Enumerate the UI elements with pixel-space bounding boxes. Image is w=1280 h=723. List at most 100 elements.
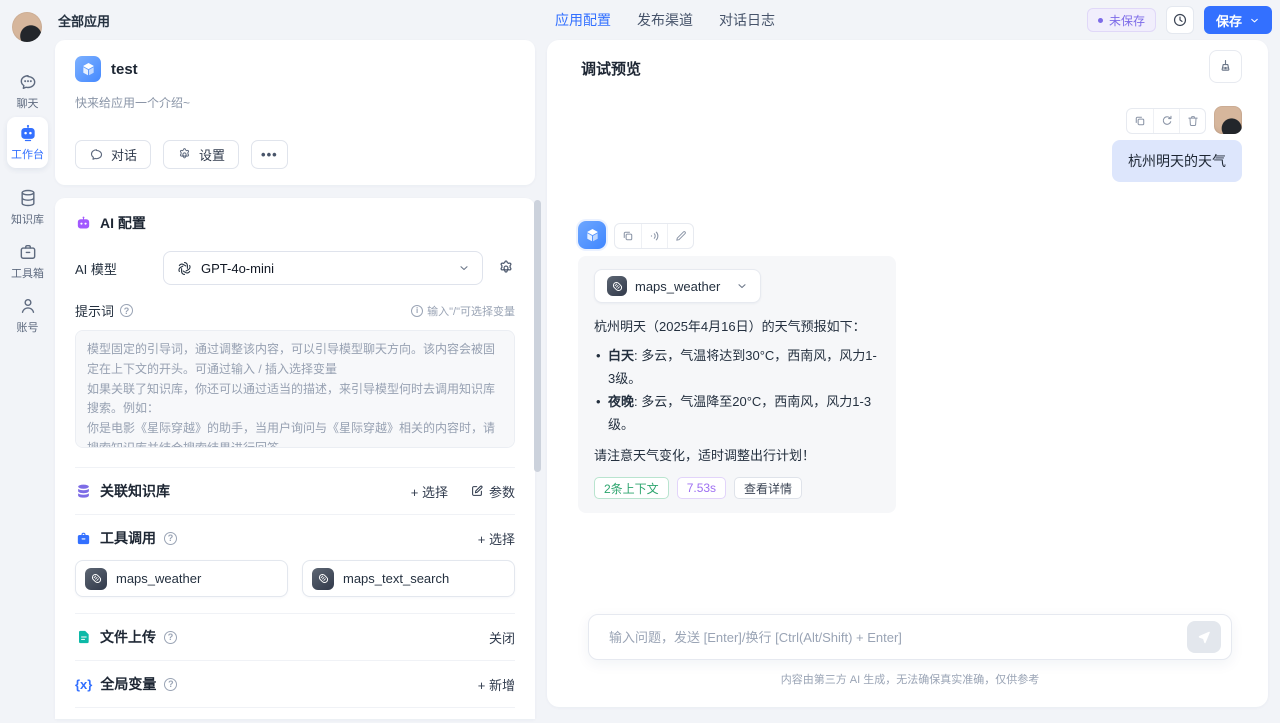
prompt-label: 提示词 xyxy=(75,301,114,320)
info-icon: i xyxy=(411,305,423,317)
ai-avatar-cube-icon xyxy=(578,221,606,249)
clock-icon xyxy=(1172,12,1188,28)
prompt-header-row: 提示词 ? i 输入"/"可选择变量 xyxy=(75,301,515,320)
config-panel: AI 配置 AI 模型 GPT-4o-mini xyxy=(55,198,535,719)
question-icon[interactable]: ? xyxy=(120,304,133,317)
account-avatar[interactable] xyxy=(12,12,42,42)
retry-icon[interactable] xyxy=(1153,109,1179,133)
user-icon xyxy=(18,296,38,316)
database-icon xyxy=(18,188,38,208)
kb-params-button[interactable]: 参数 xyxy=(470,482,515,501)
tools-briefcase-icon xyxy=(75,530,92,547)
save-button[interactable]: 保存 xyxy=(1204,6,1272,34)
model-label: AI 模型 xyxy=(75,259,163,278)
user-message-bubble: 杭州明天的天气 xyxy=(1112,140,1242,182)
header-tabs: 应用配置 发布渠道 对话日志 xyxy=(555,10,775,30)
maps-tool-icon xyxy=(607,276,627,296)
unsaved-dot-icon xyxy=(1098,18,1103,23)
openai-icon xyxy=(176,260,193,277)
toolbox-icon xyxy=(18,242,38,262)
ai-disclaimer: 内容由第三方 AI 生成，无法确保真实准确，仅供参考 xyxy=(588,671,1232,687)
question-icon[interactable]: ? xyxy=(164,678,177,691)
copy-icon[interactable] xyxy=(615,224,641,248)
variable-icon: {x} xyxy=(75,677,92,692)
question-icon[interactable]: ? xyxy=(164,631,177,644)
prompt-textarea[interactable] xyxy=(75,330,515,448)
config-scrollbar[interactable] xyxy=(534,200,541,472)
variables-add-button[interactable]: + 新增 xyxy=(478,675,515,694)
delete-icon[interactable] xyxy=(1179,109,1205,133)
unsaved-label: 未保存 xyxy=(1109,12,1145,29)
context-count-badge[interactable]: 2条上下文 xyxy=(594,477,669,499)
tool-chip-maps-text-search[interactable]: maps_text_search xyxy=(302,560,515,597)
robot-icon xyxy=(18,123,38,143)
maps-tool-icon xyxy=(85,568,107,590)
ai-response-badges: 2条上下文 7.53s 查看详情 xyxy=(594,477,880,499)
settings-button[interactable]: 设置 xyxy=(163,140,239,169)
kb-select-button[interactable]: + 选择 xyxy=(411,482,448,501)
sidebar-item-account[interactable]: 账号 xyxy=(7,290,48,341)
duration-badge[interactable]: 7.53s xyxy=(677,477,726,499)
app-name: test xyxy=(111,61,138,78)
sidebar-item-label: 聊天 xyxy=(17,95,39,111)
more-button[interactable]: ••• xyxy=(251,140,288,169)
tab-chat-logs[interactable]: 对话日志 xyxy=(719,10,775,30)
sidebar-item-label: 工作台 xyxy=(11,146,44,162)
chat-button[interactable]: 对话 xyxy=(75,140,151,169)
knowledge-base-title: 关联知识库 xyxy=(100,481,170,501)
file-upload-toggle[interactable]: 关闭 xyxy=(489,628,515,647)
tab-app-config[interactable]: 应用配置 xyxy=(555,10,611,30)
ai-config-section: AI 配置 AI 模型 GPT-4o-mini xyxy=(75,198,515,467)
chevron-down-icon xyxy=(1249,15,1260,26)
history-button[interactable] xyxy=(1166,6,1194,34)
topbar: 全部应用 应用配置 发布渠道 对话日志 未保存 保存 xyxy=(55,0,1280,40)
ai-message-card: maps_weather 杭州明天（2025年4月16日）的天气预报如下： 白天… xyxy=(578,256,896,513)
user-message-toolbar xyxy=(1126,108,1206,134)
tool-name: maps_weather xyxy=(116,571,201,586)
ai-response-outro: 请注意天气变化，适时调整出行计划！ xyxy=(594,445,880,464)
read-aloud-icon[interactable] xyxy=(641,224,667,248)
tool-call-name: maps_weather xyxy=(635,279,720,294)
file-icon xyxy=(75,629,92,646)
tab-publish-channel[interactable]: 发布渠道 xyxy=(637,10,693,30)
model-row: AI 模型 GPT-4o-mini xyxy=(75,251,515,285)
model-select[interactable]: GPT-4o-mini xyxy=(163,251,483,285)
ai-response-bullet: 白天: 多云，气温将达到30°C，西南风，风力1-3级。 xyxy=(594,345,880,391)
tool-chip-maps-weather[interactable]: maps_weather xyxy=(75,560,288,597)
tool-call-dropdown[interactable]: maps_weather xyxy=(594,269,761,303)
view-details-button[interactable]: 查看详情 xyxy=(734,477,802,499)
app-card-actions: 对话 设置 ••• xyxy=(75,140,288,169)
model-settings-gear-icon[interactable] xyxy=(497,259,515,277)
copy-icon[interactable] xyxy=(1127,109,1153,133)
chat-input[interactable] xyxy=(609,630,1187,645)
ai-config-title: AI 配置 xyxy=(100,213,146,233)
ai-response-intro: 杭州明天（2025年4月16日）的天气预报如下： xyxy=(594,316,880,337)
topbar-actions: 未保存 保存 xyxy=(1087,6,1272,34)
app-description: 快来给应用一个介绍~ xyxy=(75,94,515,111)
debug-preview-panel: 调试预览 杭州明天的天气 xyxy=(547,40,1268,707)
sidebar-item-label: 工具箱 xyxy=(11,265,44,281)
tools-section: 工具调用 ? + 选择 maps_weather maps_text_searc… xyxy=(75,514,515,613)
ai-robot-icon xyxy=(75,215,92,232)
all-apps-link[interactable]: 全部应用 xyxy=(58,11,110,30)
question-icon[interactable]: ? xyxy=(164,532,177,545)
file-upload-title: 文件上传 xyxy=(100,627,156,647)
edit-message-icon[interactable] xyxy=(667,224,693,248)
chat-icon xyxy=(18,72,38,92)
chevron-down-icon xyxy=(458,262,470,274)
sidebar-item-chat[interactable]: 聊天 xyxy=(7,66,48,117)
tools-select-button[interactable]: + 选择 xyxy=(478,529,515,548)
settings-button-label: 设置 xyxy=(199,145,225,164)
sidebar-item-label: 账号 xyxy=(17,319,39,335)
send-button[interactable] xyxy=(1187,621,1221,653)
sidebar-item-workbench[interactable]: 工作台 xyxy=(7,117,48,168)
app-logo-cube-icon xyxy=(75,56,101,82)
sidebar-item-toolbox[interactable]: 工具箱 xyxy=(7,236,48,287)
clear-chat-button[interactable] xyxy=(1209,50,1242,83)
save-label: 保存 xyxy=(1216,11,1242,30)
chevron-down-icon xyxy=(736,280,748,292)
model-value: GPT-4o-mini xyxy=(201,261,450,276)
app-card: test 快来给应用一个介绍~ 对话 设置 ••• xyxy=(55,40,535,185)
sidebar-item-knowledge-base[interactable]: 知识库 xyxy=(7,182,48,233)
chat-button-label: 对话 xyxy=(111,145,137,164)
